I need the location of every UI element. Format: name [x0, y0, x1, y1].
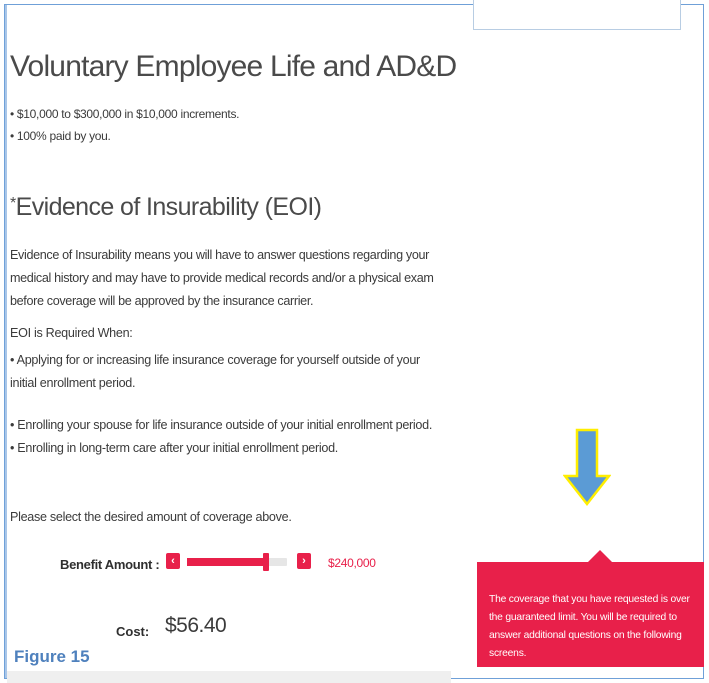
page-title: Voluntary Employee Life and AD&D — [10, 50, 457, 83]
eoi-required-heading: EOI is Required When: — [10, 326, 133, 340]
benefit-slider-handle[interactable] — [263, 553, 269, 571]
figure-caption: Figure 15 — [14, 647, 90, 666]
eoi-required-item: • Applying for or increasing life insura… — [10, 353, 420, 390]
coverage-limit-tooltip: The coverage that you have requested is … — [477, 562, 704, 667]
cost-value: $56.40 — [165, 614, 227, 637]
eoi-heading: *Evidence of Insurability (EOI) — [10, 193, 322, 222]
benefit-slider-fill — [187, 558, 266, 566]
chevron-right-icon: › — [302, 555, 306, 567]
bullet-coverage-range: • $10,000 to $300,000 in $10,000 increme… — [10, 107, 240, 121]
required-asterisk: * — [10, 195, 16, 212]
increase-benefit-button[interactable]: › — [297, 553, 311, 569]
coverage-select-prompt: Please select the desired amount of cove… — [10, 510, 292, 524]
coverage-panel — [5, 5, 455, 678]
bullet-paid-by-you: • 100% paid by you. — [10, 129, 111, 143]
down-arrow-icon — [562, 428, 612, 508]
footer-strip — [7, 671, 451, 683]
decrease-benefit-button[interactable]: ‹ — [166, 553, 180, 569]
benefit-slider[interactable] — [187, 553, 287, 571]
benefit-amount-label: Benefit Amount : — [60, 557, 160, 572]
benefit-amount-value: $240,000 — [328, 556, 376, 570]
eoi-description: Evidence of Insurability means you will … — [10, 248, 434, 308]
chevron-left-icon: ‹ — [171, 555, 175, 567]
eoi-heading-text: Evidence of Insurability (EOI) — [15, 193, 322, 221]
top-right-panel — [473, 0, 681, 30]
eoi-required-item: • Enrolling your spouse for life insuran… — [10, 418, 433, 432]
tooltip-caret — [588, 550, 612, 562]
cost-label: Cost: — [116, 624, 150, 639]
eoi-required-item: • Enrolling in long-term care after your… — [10, 441, 338, 455]
